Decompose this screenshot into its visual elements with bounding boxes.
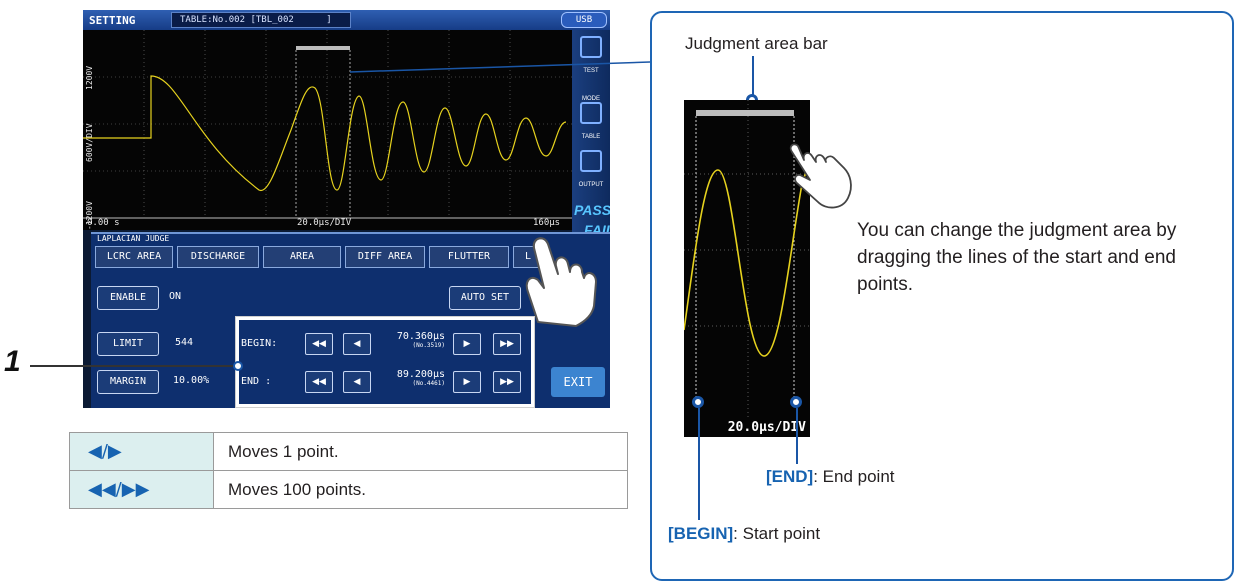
wrench-icon: [580, 36, 602, 58]
end-point-leader: [796, 408, 798, 464]
x-axis-start-label: 0.00 s: [87, 218, 120, 228]
enable-value: ON: [169, 291, 182, 302]
limit-button[interactable]: LIMIT: [97, 332, 159, 356]
tab-diff-area[interactable]: DIFF AREA: [345, 246, 425, 268]
tab-area[interactable]: AREA: [263, 246, 341, 268]
zoom-title: Judgment area bar: [685, 34, 828, 53]
zoom-description: You can change the judgment area by drag…: [857, 220, 1177, 295]
single-step-description: Moves 1 point.: [213, 432, 628, 471]
enable-button[interactable]: ENABLE: [97, 286, 159, 310]
table-icon: [580, 102, 602, 124]
step-leader-dot: [233, 361, 243, 371]
begin-point-caption: [BEGIN]: Start point: [668, 524, 820, 544]
limit-value: 544: [175, 337, 194, 348]
exit-button[interactable]: EXIT: [551, 367, 605, 397]
zoom-area-bar[interactable]: [696, 110, 794, 116]
end-keyword: [END]: [766, 467, 814, 486]
button-legend-table: ◀/▶ Moves 1 point. ◀◀/▶▶ Moves 100 point…: [69, 432, 628, 509]
auto-set-button[interactable]: AUTO SET: [449, 286, 521, 310]
panel-title: LAPLACIAN JUDGE: [97, 234, 170, 243]
pass-indicator: PASS: [574, 202, 610, 218]
zoom-axis-label: 20.0μs/DIV: [684, 419, 810, 437]
top-bar: SETTING TABLE:No.002 [TBL_002 ] USB: [83, 10, 610, 30]
touch-hand-icon: [525, 237, 597, 327]
output-icon: [580, 150, 602, 172]
usb-indicator: USB: [561, 12, 607, 28]
hundred-step-description: Moves 100 points.: [213, 470, 628, 509]
begin-end-highlight: [235, 316, 535, 408]
mode-tab[interactable]: SETTING: [85, 12, 145, 29]
single-step-symbol: ◀/▶: [69, 432, 214, 471]
side-item-label: TABLE: [581, 134, 601, 140]
begin-caption-text: : Start point: [733, 524, 821, 543]
begin-keyword: [BEGIN]: [668, 524, 734, 543]
tab-flutter[interactable]: FLUTTER: [429, 246, 509, 268]
end-caption-text: : End point: [813, 467, 895, 486]
margin-button[interactable]: MARGIN: [97, 370, 159, 394]
table-row: ◀◀/▶▶ Moves 100 points.: [69, 470, 628, 509]
y-axis-div-label: 600V/DIV: [85, 123, 94, 162]
hundred-step-symbol: ◀◀/▶▶: [69, 470, 214, 509]
end-point-caption: [END]: End point: [766, 467, 895, 487]
judgment-area-bar[interactable]: [296, 46, 350, 50]
margin-value: 10.00%: [173, 375, 210, 386]
side-item-table[interactable]: TABLE: [572, 98, 610, 142]
begin-point-dot: [692, 396, 704, 408]
side-item-output[interactable]: OUTPUT: [572, 146, 610, 190]
tab-discharge[interactable]: DISCHARGE: [177, 246, 259, 268]
begin-point-leader: [698, 408, 700, 520]
side-item-label: OUTPUT: [578, 182, 604, 188]
x-axis-div-label: 20.0μs/DIV: [297, 218, 352, 228]
tab-lcrc-area[interactable]: LCRC AREA: [95, 246, 173, 268]
table-row: ◀/▶ Moves 1 point.: [69, 432, 628, 471]
y-axis-top-label: 1200V: [85, 65, 94, 90]
step-number: 1: [4, 345, 21, 378]
end-point-dot: [790, 396, 802, 408]
step-leader-line: [30, 365, 238, 367]
zoom-connector: [350, 61, 651, 73]
table-indicator: TABLE:No.002 [TBL_002 ]: [171, 12, 351, 28]
drag-hand-icon: [789, 143, 852, 209]
